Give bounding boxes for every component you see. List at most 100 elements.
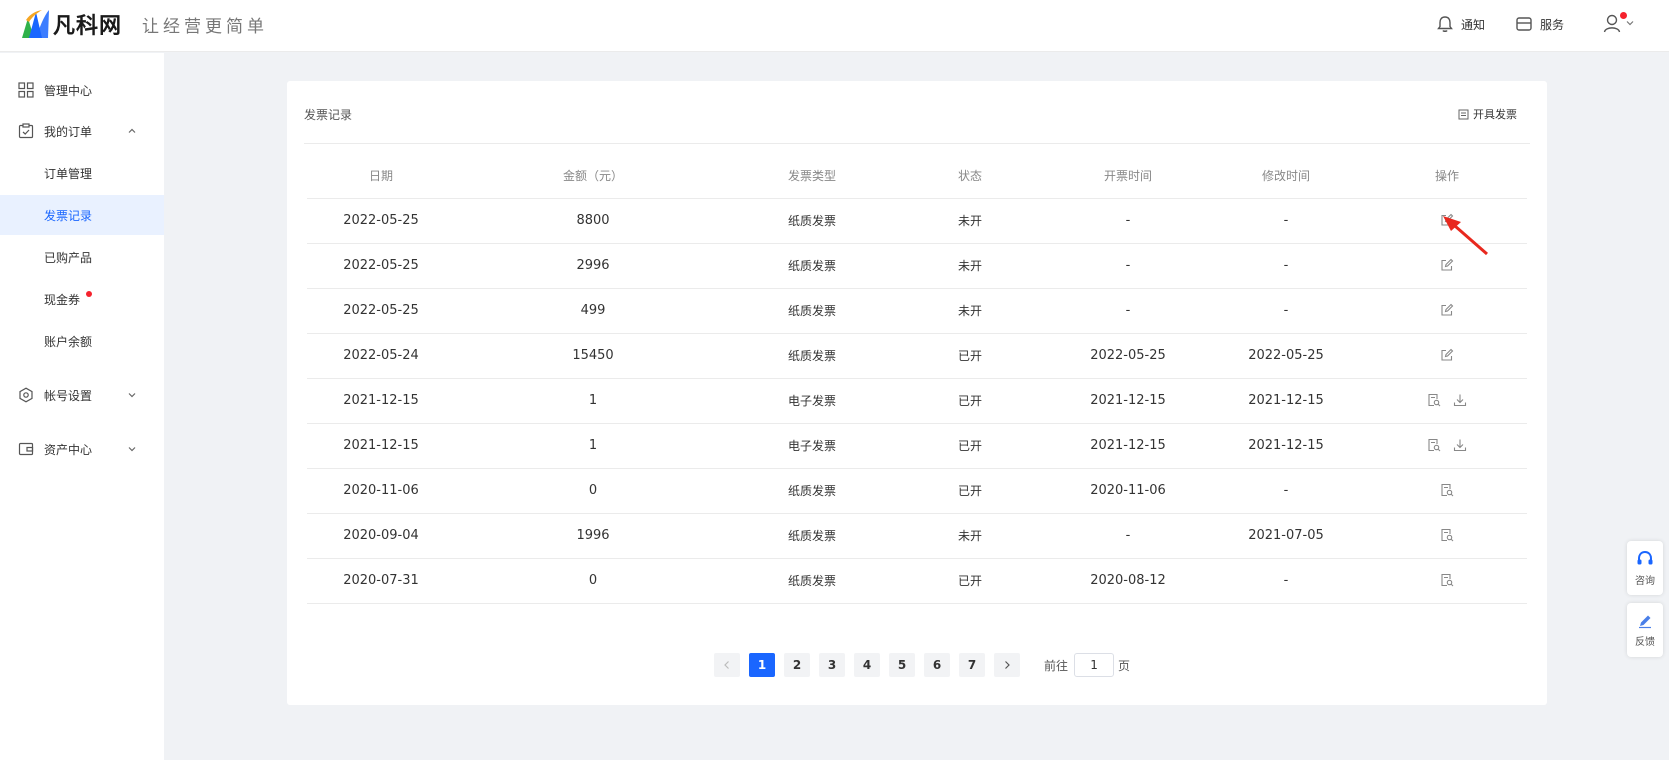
issue-invoice-label: 开具发票 bbox=[1473, 108, 1517, 121]
consult-button[interactable]: 咨询 bbox=[1627, 541, 1663, 595]
cell-amount: 499 bbox=[580, 303, 606, 318]
logo-mark-icon bbox=[22, 10, 49, 38]
page-button-1[interactable]: 1 bbox=[749, 653, 775, 677]
sidebar-item-label: 已购产品 bbox=[44, 250, 93, 265]
sidebar-item-coupons[interactable]: 现金券 bbox=[0, 279, 164, 319]
cell-modified-time: 2021-12-15 bbox=[1248, 438, 1324, 453]
view-icon[interactable] bbox=[1427, 393, 1441, 407]
cell-status: 未开 bbox=[957, 304, 983, 318]
sidebar-item-label: 我的订单 bbox=[44, 124, 93, 139]
cell-amount: 1 bbox=[588, 438, 598, 453]
table-row: 2022-05-25 499 纸质发票 未开 - - bbox=[307, 289, 1527, 334]
bell-icon bbox=[1437, 16, 1453, 32]
cell-amount: 15450 bbox=[572, 348, 614, 363]
sidebar-item-label: 账户余额 bbox=[44, 334, 93, 349]
download-icon[interactable] bbox=[1453, 393, 1467, 407]
cell-issued-time: 2022-05-25 bbox=[1090, 348, 1166, 363]
logo-slogan: 让经营更简单 bbox=[142, 16, 269, 37]
cell-type: 电子发票 bbox=[787, 439, 837, 453]
prev-page-button[interactable] bbox=[714, 653, 740, 677]
cell-issued-time: 2021-12-15 bbox=[1090, 438, 1166, 453]
notify-button[interactable]: 通知 bbox=[1436, 13, 1485, 35]
card-title: 发票记录 bbox=[304, 108, 353, 122]
table-row: 2020-07-31 0 纸质发票 已开 2020-08-12 - bbox=[307, 559, 1527, 604]
headset-icon bbox=[1637, 550, 1653, 564]
cell-date: 2022-05-25 bbox=[343, 258, 419, 273]
chevron-down-icon bbox=[1626, 21, 1634, 26]
card-divider bbox=[304, 143, 1530, 144]
cell-amount: 1996 bbox=[576, 528, 610, 543]
edit-icon[interactable] bbox=[1440, 258, 1454, 272]
edit-icon[interactable] bbox=[1440, 348, 1454, 362]
sidebar-item-management[interactable]: 管理中心 bbox=[0, 70, 164, 110]
settings-icon bbox=[19, 387, 33, 403]
sidebar-item-purchased-products[interactable]: 已购产品 bbox=[0, 237, 164, 277]
page-button-6[interactable]: 6 bbox=[924, 653, 950, 677]
service-button[interactable]: 服务 bbox=[1515, 13, 1564, 35]
page-button-3[interactable]: 3 bbox=[819, 653, 845, 677]
col-header-actions: 操作 bbox=[1434, 169, 1460, 183]
row-actions bbox=[1421, 393, 1473, 407]
notify-label: 通知 bbox=[1461, 17, 1486, 32]
page-button-5[interactable]: 5 bbox=[889, 653, 915, 677]
cell-status: 已开 bbox=[957, 574, 983, 588]
cell-modified-time: - bbox=[1283, 483, 1289, 498]
cell-amount: 8800 bbox=[576, 213, 610, 228]
top-header: 凡科网 让经营更简单 通知 服务 bbox=[0, 0, 1669, 52]
cell-status: 已开 bbox=[957, 349, 983, 363]
cell-date: 2022-05-25 bbox=[343, 213, 419, 228]
sidebar-item-invoice-records[interactable]: 发票记录 bbox=[0, 195, 164, 235]
row-actions bbox=[1421, 438, 1473, 452]
cell-modified-time: 2021-07-05 bbox=[1248, 528, 1324, 543]
cell-amount: 0 bbox=[588, 483, 598, 498]
sidebar-item-my-orders[interactable]: 我的订单 bbox=[0, 111, 164, 151]
goto-page-input[interactable]: 1 bbox=[1074, 653, 1115, 677]
next-page-button[interactable] bbox=[994, 653, 1020, 677]
cell-issued-time: 2021-12-15 bbox=[1090, 393, 1166, 408]
view-icon[interactable] bbox=[1440, 573, 1454, 587]
sidebar-item-label: 订单管理 bbox=[44, 166, 93, 181]
cell-status: 未开 bbox=[957, 259, 983, 273]
coupon-badge bbox=[86, 291, 92, 297]
cell-status: 未开 bbox=[957, 214, 983, 228]
view-icon[interactable] bbox=[1440, 528, 1454, 542]
table-row: 2021-12-15 1 电子发票 已开 2021-12-15 2021-12-15 bbox=[307, 379, 1527, 424]
cell-status: 已开 bbox=[957, 394, 983, 408]
download-icon[interactable] bbox=[1453, 438, 1467, 452]
goto-suffix: 页 bbox=[1118, 658, 1131, 673]
sidebar-item-asset-center[interactable]: 资产中心 bbox=[0, 429, 164, 469]
cell-issued-time: 2020-11-06 bbox=[1090, 483, 1166, 498]
notification-dot bbox=[1620, 12, 1627, 19]
view-icon[interactable] bbox=[1440, 483, 1454, 497]
cell-status: 已开 bbox=[957, 439, 983, 453]
invoice-table: 日期 金额（元） 发票类型 状态 开票时间 修改时间 操作 2022-05-25… bbox=[307, 155, 1527, 604]
cell-amount: 1 bbox=[588, 393, 598, 408]
pagination: 1 2 3 4 5 6 7 前往 1 页 bbox=[714, 653, 1130, 677]
cell-amount: 0 bbox=[588, 573, 598, 588]
cell-modified-time: - bbox=[1283, 258, 1289, 273]
sidebar-item-order-management[interactable]: 订单管理 bbox=[0, 153, 164, 193]
pencil-icon bbox=[1639, 615, 1651, 628]
page-button-2[interactable]: 2 bbox=[784, 653, 810, 677]
sidebar-item-account-balance[interactable]: 账户余额 bbox=[0, 321, 164, 361]
page-button-7[interactable]: 7 bbox=[959, 653, 985, 677]
sidebar-item-account-settings[interactable]: 帐号设置 bbox=[0, 375, 164, 415]
logo[interactable]: 凡科网 让经营更简单 bbox=[20, 8, 268, 40]
view-icon[interactable] bbox=[1427, 438, 1441, 452]
row-actions bbox=[1434, 573, 1460, 587]
cell-date: 2021-12-15 bbox=[343, 438, 419, 453]
cell-date: 2022-05-24 bbox=[343, 348, 419, 363]
col-header-amount: 金额（元） bbox=[562, 169, 624, 183]
feedback-label: 反馈 bbox=[1635, 636, 1655, 648]
order-icon bbox=[18, 123, 34, 139]
user-menu[interactable] bbox=[1603, 13, 1635, 33]
edit-icon[interactable] bbox=[1440, 303, 1454, 317]
issue-invoice-button[interactable]: 开具发票 bbox=[1458, 106, 1517, 122]
feedback-button[interactable]: 反馈 bbox=[1627, 603, 1663, 657]
row-actions bbox=[1434, 303, 1460, 317]
cell-issued-time: - bbox=[1125, 528, 1131, 543]
cell-date: 2020-07-31 bbox=[343, 573, 419, 588]
goto-page: 前往 1 页 bbox=[1044, 653, 1130, 677]
page-button-4[interactable]: 4 bbox=[854, 653, 880, 677]
cell-status: 未开 bbox=[957, 529, 983, 543]
